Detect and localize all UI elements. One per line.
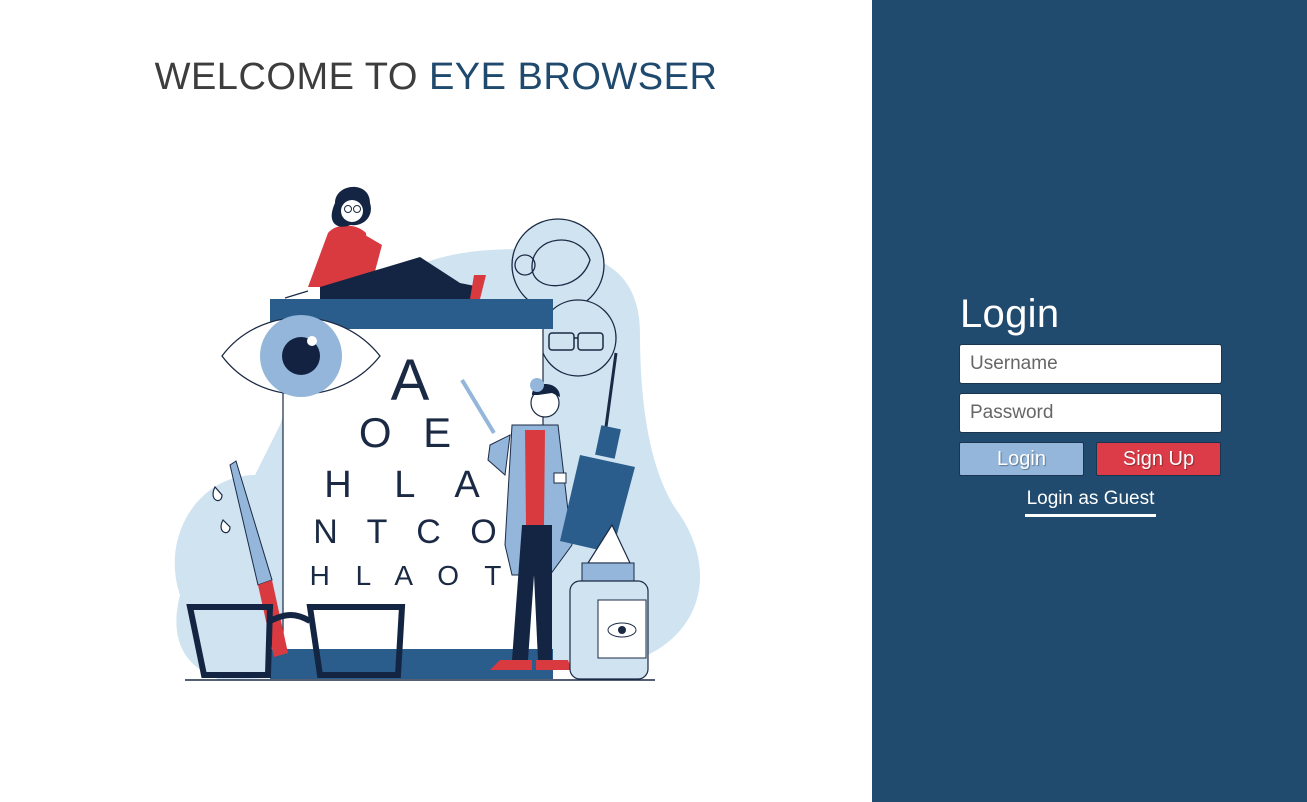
- username-input[interactable]: [959, 344, 1222, 384]
- login-title: Login: [960, 292, 1060, 336]
- eye-chart-row: N T C O: [313, 513, 506, 551]
- welcome-panel: WELCOME TO EYE BROWSER A O E H L A N T C…: [0, 0, 872, 802]
- eye-chart-row: O E: [359, 409, 461, 456]
- welcome-heading: WELCOME TO EYE BROWSER: [0, 56, 872, 99]
- signup-button[interactable]: Sign Up: [1096, 442, 1221, 476]
- eye-chart-row: H L A O T: [310, 560, 511, 591]
- login-sidebar: Login Login Sign Up Login as Guest: [872, 0, 1307, 802]
- login-button[interactable]: Login: [959, 442, 1084, 476]
- optometry-illustration: A O E H L A N T C O H L A O T: [174, 186, 700, 681]
- woman-figure: [284, 186, 486, 299]
- eye-chart-row: H L A: [324, 464, 496, 506]
- password-input[interactable]: [959, 393, 1222, 433]
- guest-login-link[interactable]: Login as Guest: [1025, 488, 1156, 517]
- welcome-prefix: WELCOME TO: [154, 56, 429, 98]
- eye-chart-row: A: [391, 348, 430, 413]
- brand-name: EYE BROWSER: [428, 56, 718, 98]
